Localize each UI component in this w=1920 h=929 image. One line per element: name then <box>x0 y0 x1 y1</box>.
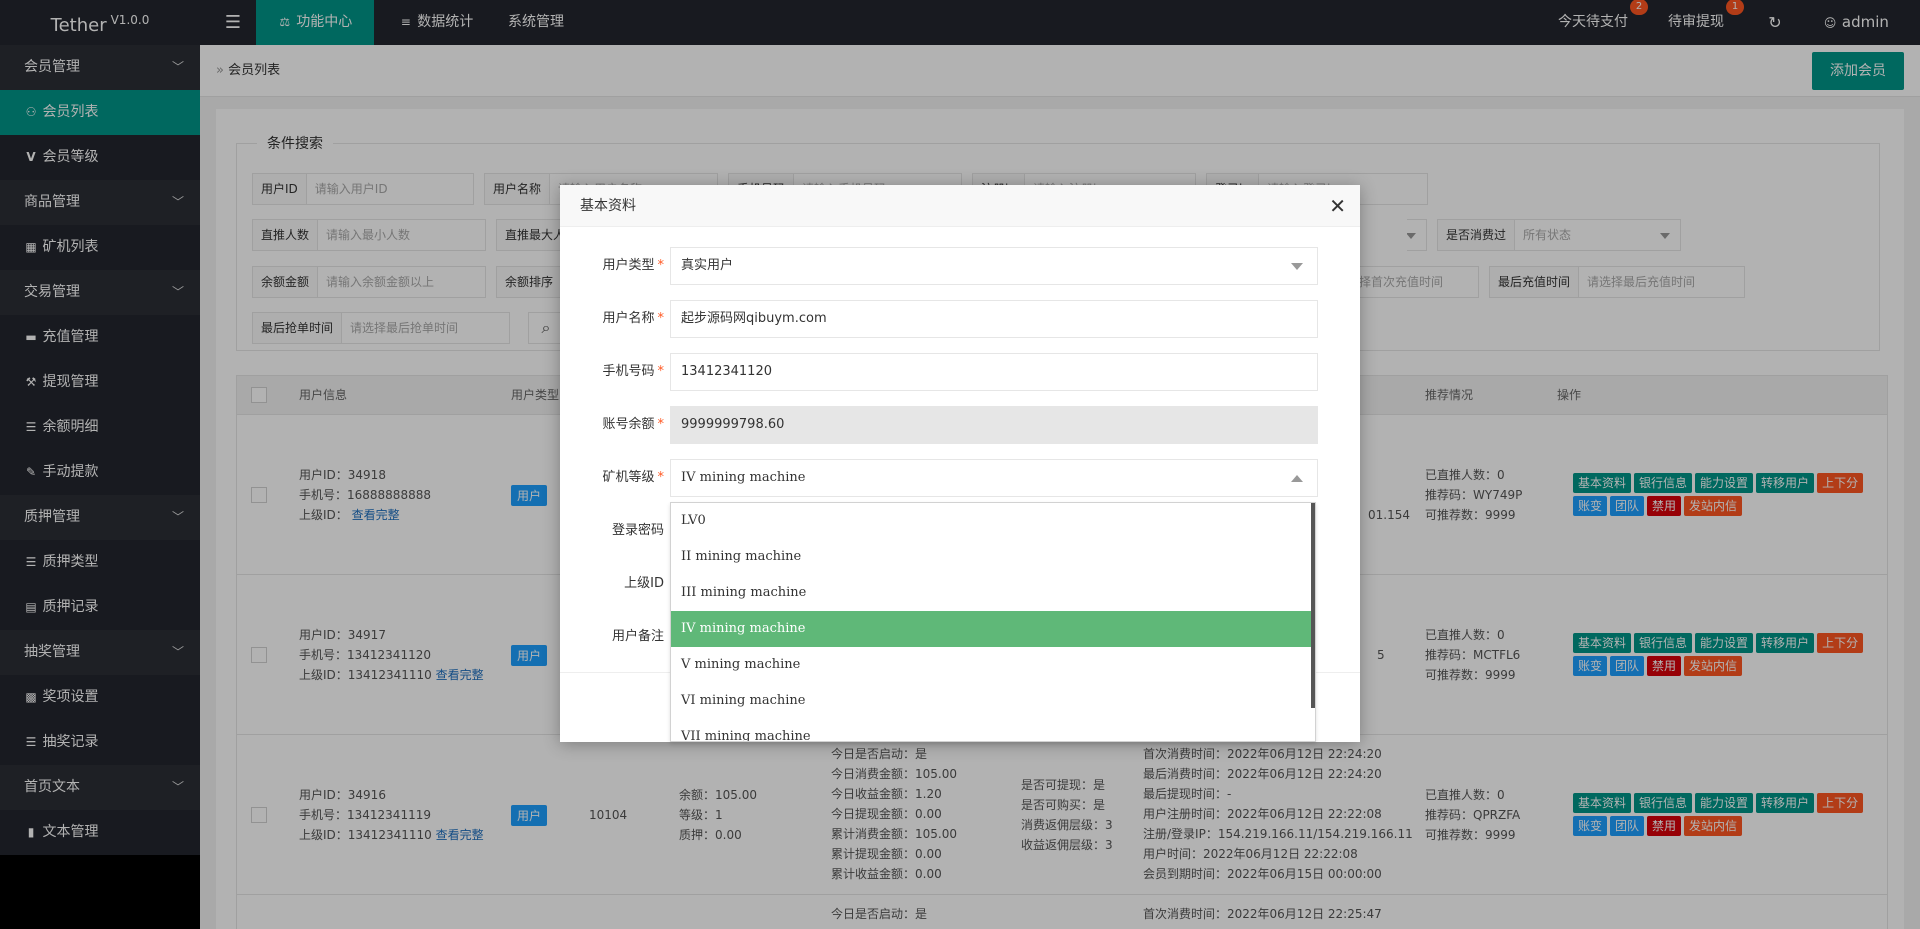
label-text: 手机号码 <box>602 364 655 379</box>
option-vi[interactable]: VI mining machine <box>671 683 1315 719</box>
option-v[interactable]: V mining machine <box>671 647 1315 683</box>
modal-header: 基本资料 ✕ <box>560 185 1360 227</box>
required-mark: * <box>657 417 665 432</box>
form-row-balance: 账号余额 * 9999999798.60 <box>560 406 1320 444</box>
label-text: 上级ID <box>624 576 664 591</box>
form-label: 用户名称 * <box>560 300 664 338</box>
label-text: 用户名称 <box>602 311 655 326</box>
required-mark: * <box>657 258 665 273</box>
dropdown-scrollbar[interactable] <box>1311 503 1315 708</box>
user-name-input[interactable]: 起步源码网qibuym.com <box>670 300 1318 338</box>
user-type-select[interactable]: 真实用户 <box>670 247 1318 285</box>
required-mark: * <box>657 311 665 326</box>
label-text: 用户备注 <box>611 629 664 644</box>
label-text: 账号余额 <box>602 417 655 432</box>
label-text: 登录密码 <box>611 523 664 538</box>
option-lv0[interactable]: LV0 <box>671 503 1315 539</box>
form-label: 登录密码 <box>560 512 664 550</box>
option-vii[interactable]: VII mining machine <box>671 719 1315 741</box>
form-label: 上级ID <box>560 565 664 603</box>
form-label: 手机号码 * <box>560 353 664 391</box>
form-row-user-name: 用户名称 * 起步源码网qibuym.com <box>560 300 1320 338</box>
label-text: 用户类型 <box>602 258 655 273</box>
balance-input: 9999999798.60 <box>670 406 1318 444</box>
modal-title: 基本资料 <box>580 198 636 214</box>
form-label: 账号余额 * <box>560 406 664 444</box>
form-label: 矿机等级 * <box>560 459 664 497</box>
miner-level-options: LV0 II mining machine III mining machine… <box>670 502 1316 742</box>
form-label: 用户类型 * <box>560 247 664 285</box>
option-ii[interactable]: II mining machine <box>671 539 1315 575</box>
label-text: 矿机等级 <box>602 470 655 485</box>
option-iii[interactable]: III mining machine <box>671 575 1315 611</box>
required-mark: * <box>657 470 665 485</box>
form-row-miner-level: 矿机等级 * IV mining machine <box>560 459 1320 497</box>
form-row-phone: 手机号码 * 13412341120 <box>560 353 1320 391</box>
miner-level-select[interactable]: IV mining machine <box>670 459 1318 497</box>
form-label: 用户备注 <box>560 618 664 656</box>
option-iv-selected[interactable]: IV mining machine <box>671 611 1315 647</box>
required-mark: * <box>657 364 665 379</box>
form-row-user-type: 用户类型 * 真实用户 <box>560 247 1320 285</box>
close-icon[interactable]: ✕ <box>1329 185 1346 227</box>
phone-input[interactable]: 13412341120 <box>670 353 1318 391</box>
